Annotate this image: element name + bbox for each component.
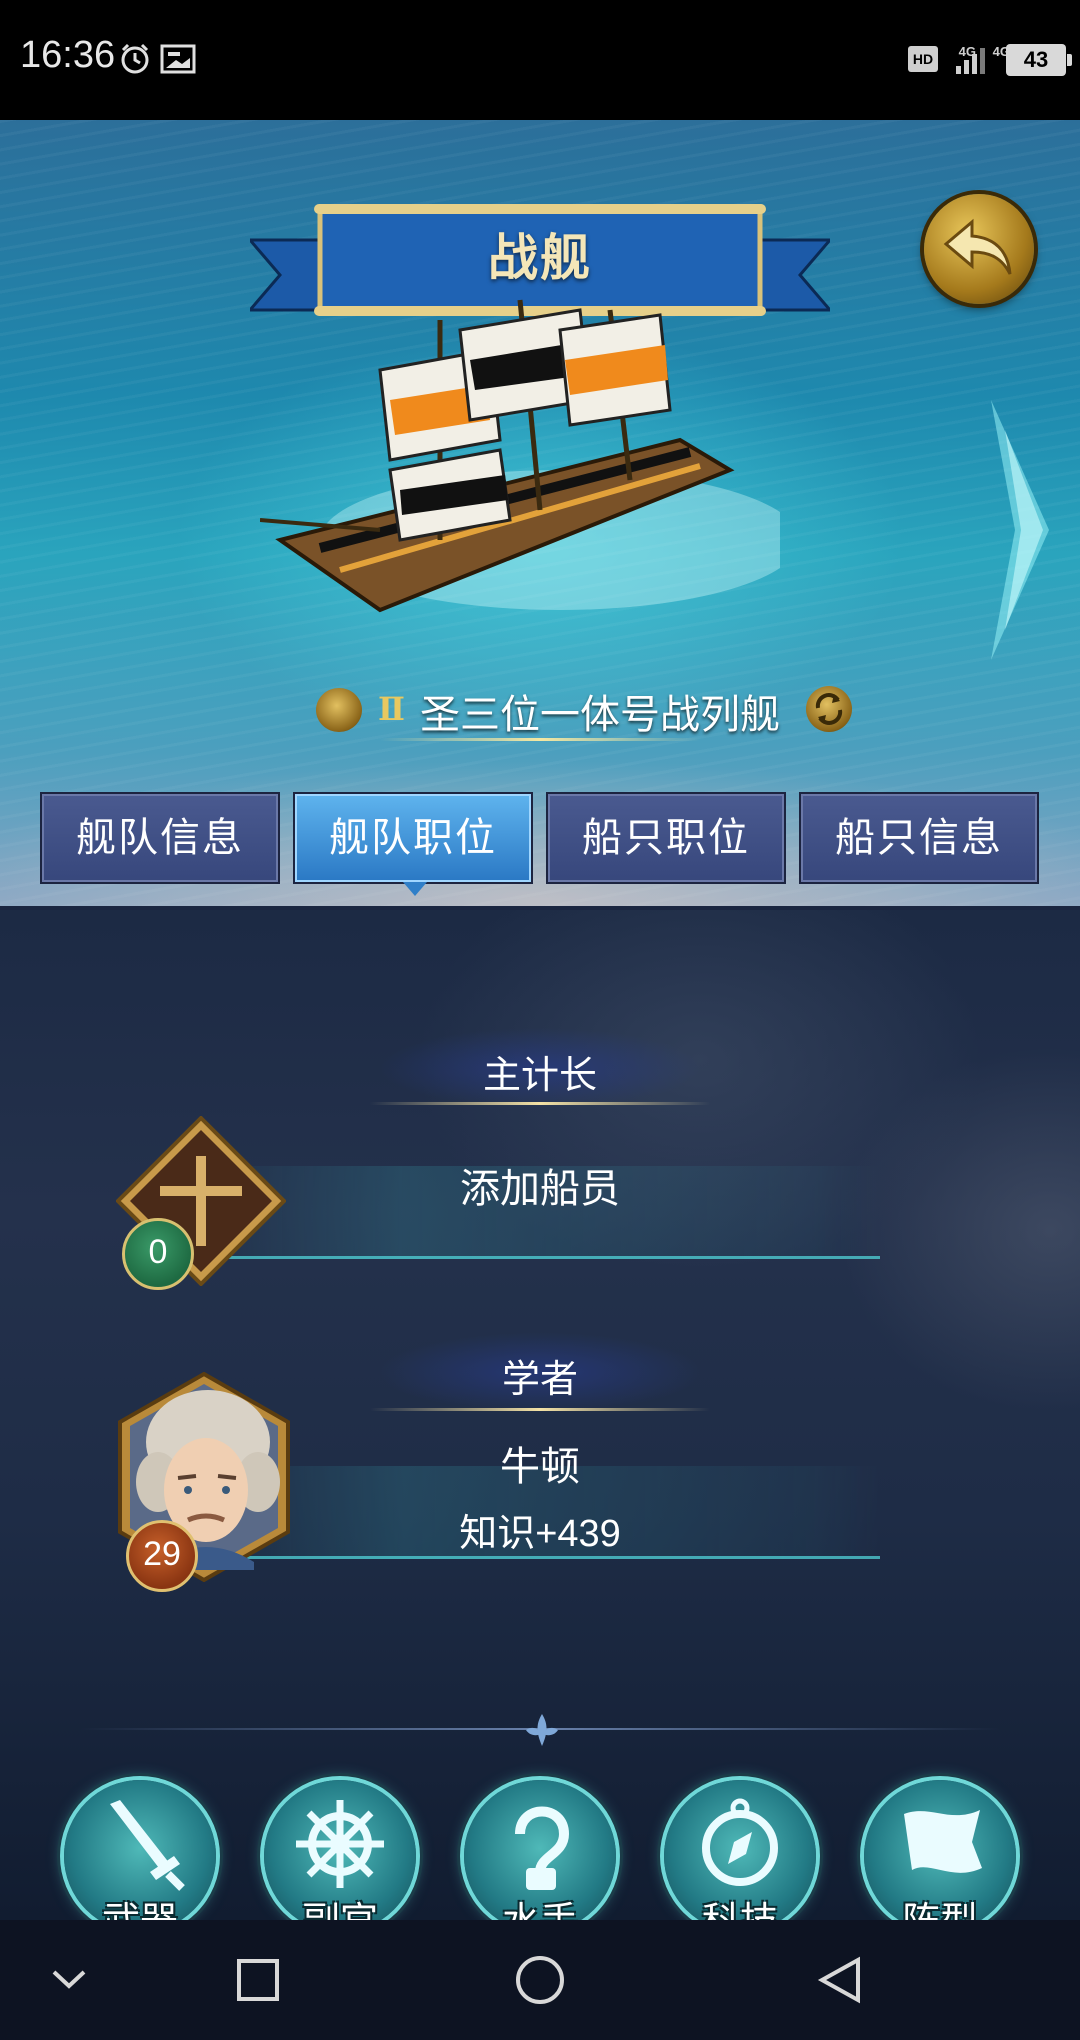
- level-badge: 0: [122, 1218, 194, 1290]
- battery-indicator: 43: [1006, 44, 1072, 76]
- page-title: 战舰: [488, 229, 592, 287]
- triangle-back-icon[interactable]: [816, 1956, 862, 2004]
- back-button[interactable]: [924, 194, 1034, 304]
- refresh-icon[interactable]: [806, 686, 852, 732]
- ship-wheel-icon: [296, 1800, 384, 1888]
- game-bottom-nav: 武器 副官 水手 科技 阵型: [0, 1780, 1080, 1943]
- circle-icon[interactable]: [514, 1954, 566, 2006]
- tab-ship-positions[interactable]: 船只职位: [546, 792, 786, 884]
- compass-icon: [702, 1798, 778, 1886]
- system-navigation-bar: [0, 1920, 1080, 2040]
- hd-badge: HD: [908, 46, 938, 72]
- status-time: 16:36: [20, 34, 116, 76]
- tab-fleet-positions[interactable]: 舰队职位: [293, 792, 533, 896]
- status-bar: 16:36 HD 4G 4G 43: [0, 0, 1080, 120]
- chevron-down-icon[interactable]: [50, 1966, 88, 1992]
- hook-icon: [515, 1806, 570, 1890]
- signal-icon: [956, 48, 985, 74]
- warship-image: [260, 299, 780, 613]
- tab-ship-info[interactable]: 船只信息: [799, 792, 1039, 884]
- role-underline: [370, 1408, 710, 1411]
- ship-tier: Ⅱ: [378, 690, 405, 728]
- chevron-right-icon[interactable]: [985, 400, 1055, 660]
- ship-name: 圣三位一体号战列舰: [420, 692, 780, 738]
- square-icon[interactable]: [236, 1958, 280, 2002]
- role-underline: [370, 1102, 710, 1105]
- role-title-purser: 主计长: [482, 1053, 597, 1097]
- back-arrow-icon: [943, 218, 1012, 275]
- sailors-button[interactable]: 水手: [464, 1780, 616, 1943]
- technology-button[interactable]: 科技: [664, 1780, 816, 1943]
- level-badge: 29: [126, 1520, 198, 1592]
- ship-name-underline: [380, 738, 700, 741]
- officers-button[interactable]: 副官: [264, 1780, 416, 1943]
- tab-bar: 舰队信息 舰队职位 船只职位 船只信息: [0, 792, 1080, 896]
- fleur-ornament-icon: [526, 1714, 558, 1746]
- alarm-icon: [121, 43, 149, 74]
- refresh-glyph-icon: [815, 693, 843, 725]
- weapons-button[interactable]: 武器: [64, 1780, 216, 1943]
- formation-button[interactable]: 阵型: [864, 1780, 1016, 1943]
- tab-fleet-info[interactable]: 舰队信息: [40, 792, 280, 884]
- flag-icon: [904, 1810, 982, 1873]
- sword-icon: [110, 1800, 185, 1891]
- eye-icon[interactable]: [316, 688, 362, 732]
- image-icon: [160, 44, 196, 74]
